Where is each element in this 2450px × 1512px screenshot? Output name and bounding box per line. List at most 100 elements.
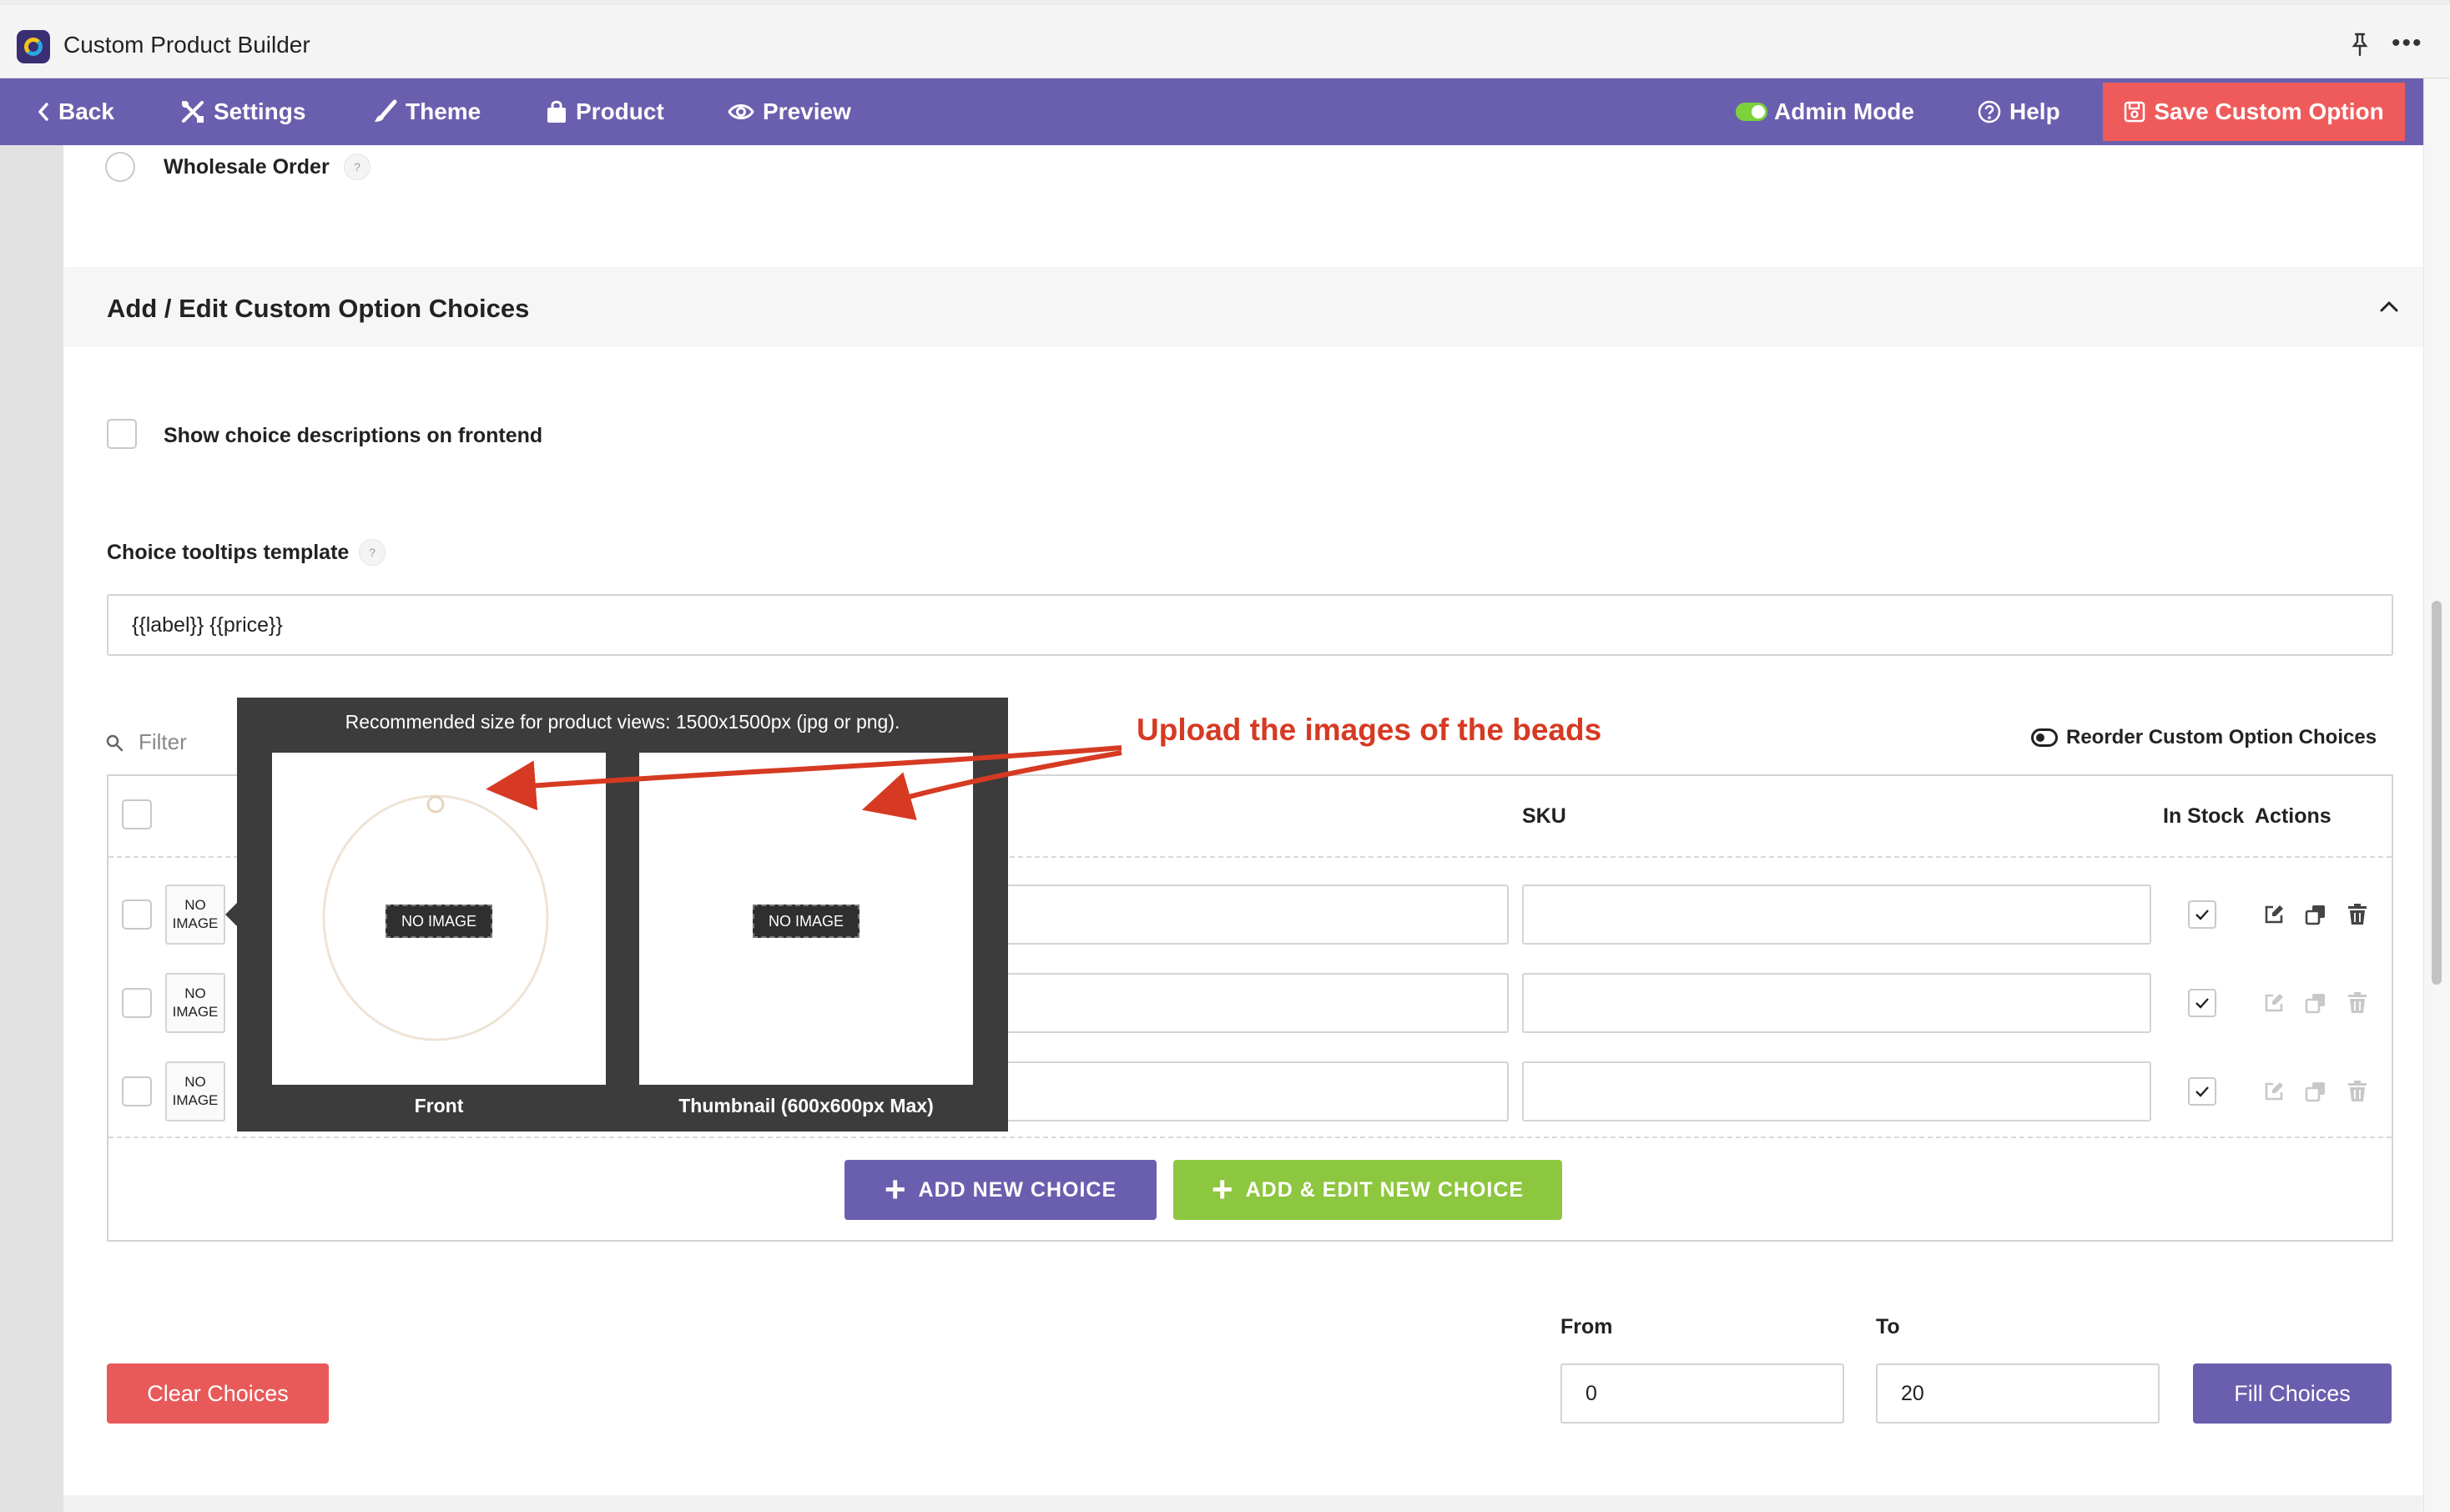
clear-choices-button[interactable]: Clear Choices bbox=[107, 1363, 329, 1424]
app-title: Custom Product Builder bbox=[63, 32, 310, 58]
next-section-edge bbox=[63, 1495, 2423, 1512]
back-button[interactable]: Back bbox=[37, 78, 114, 145]
eye-icon bbox=[728, 104, 754, 119]
from-value: 0 bbox=[1585, 1381, 1597, 1405]
to-value: 20 bbox=[1901, 1381, 1924, 1405]
tooltip-template-input[interactable]: {{label}} {{price}} bbox=[107, 594, 2393, 656]
more-options-icon[interactable]: ••• bbox=[2392, 31, 2423, 56]
chevron-up-icon[interactable] bbox=[2380, 300, 2398, 312]
preview-button[interactable]: Preview bbox=[728, 78, 851, 145]
theme-button[interactable]: Theme bbox=[372, 78, 481, 145]
from-label: From bbox=[1560, 1315, 1613, 1338]
filter-input[interactable]: Filter bbox=[105, 729, 187, 755]
admin-mode-toggle[interactable]: Admin Mode bbox=[1736, 78, 1914, 145]
paintbrush-icon bbox=[375, 99, 397, 122]
reorder-label: Reorder Custom Option Choices bbox=[2066, 726, 2377, 748]
duplicate-icon[interactable] bbox=[2305, 904, 2326, 925]
trash-icon[interactable] bbox=[2347, 1081, 2368, 1102]
front-caption: Front bbox=[414, 1095, 464, 1116]
wholesale-order-label: Wholesale Order bbox=[164, 155, 330, 179]
checkmark-icon bbox=[2195, 998, 2209, 1009]
in-stock-checkbox[interactable] bbox=[2188, 900, 2216, 929]
left-gutter bbox=[0, 145, 63, 1512]
wholesale-order-radio[interactable] bbox=[105, 152, 135, 182]
preview-label: Preview bbox=[763, 98, 851, 124]
in-stock-checkbox[interactable] bbox=[2188, 989, 2216, 1017]
shopping-bag-icon bbox=[547, 100, 566, 123]
thumbnail-image-dropzone[interactable]: NO IMAGE bbox=[639, 753, 973, 1085]
image-upload-popover: Recommended size for product views: 1500… bbox=[237, 698, 1008, 1131]
table-footer-divider bbox=[108, 1137, 2392, 1138]
choice-sku-input[interactable] bbox=[1522, 973, 2151, 1033]
actions-column-header: Actions bbox=[2255, 804, 2332, 828]
filter-placeholder: Filter bbox=[139, 729, 187, 754]
product-button[interactable]: Product bbox=[546, 78, 664, 145]
wholesale-help-icon[interactable]: ? bbox=[344, 154, 371, 180]
choice-sku-input[interactable] bbox=[1522, 1061, 2151, 1121]
no-image-tag: NO IMAGE bbox=[386, 905, 492, 938]
in-stock-checkbox[interactable] bbox=[2188, 1077, 2216, 1106]
thumbnail-caption: Thumbnail (600x600px Max) bbox=[678, 1095, 934, 1116]
fill-choices-button[interactable]: Fill Choices bbox=[2193, 1363, 2392, 1424]
popover-arrow bbox=[225, 903, 237, 926]
duplicate-icon[interactable] bbox=[2305, 1081, 2326, 1102]
settings-label: Settings bbox=[214, 98, 306, 124]
trash-icon[interactable] bbox=[2347, 904, 2368, 925]
section-title: Add / Edit Custom Option Choices bbox=[107, 294, 530, 323]
theme-label: Theme bbox=[406, 98, 481, 124]
add-new-choice-button[interactable]: + ADD NEW CHOICE bbox=[844, 1160, 1157, 1220]
choice-image-button[interactable]: NO IMAGE bbox=[165, 885, 225, 945]
sku-column-header: SKU bbox=[1522, 804, 1566, 828]
question-circle-icon bbox=[1978, 100, 2001, 123]
choice-image-button[interactable]: NO IMAGE bbox=[165, 1061, 225, 1121]
edit-icon[interactable] bbox=[2263, 904, 2285, 925]
save-custom-option-button[interactable]: Save Custom Option bbox=[2103, 83, 2405, 141]
add-edit-new-choice-label: ADD & EDIT NEW CHOICE bbox=[1245, 1177, 1525, 1202]
edit-icon[interactable] bbox=[2263, 1081, 2285, 1102]
settings-button[interactable]: Settings bbox=[180, 78, 305, 145]
edit-icon[interactable] bbox=[2263, 992, 2285, 1014]
select-all-checkbox[interactable] bbox=[122, 799, 152, 829]
admin-mode-label: Admin Mode bbox=[1774, 98, 1914, 124]
annotation-text: Upload the images of the beads bbox=[1137, 713, 1602, 747]
to-input[interactable]: 20 bbox=[1876, 1363, 2160, 1424]
choice-sku-input[interactable] bbox=[1522, 885, 2151, 945]
row-select-checkbox[interactable] bbox=[122, 1076, 152, 1106]
in-stock-column-header: In Stock bbox=[2163, 804, 2245, 828]
tools-icon bbox=[182, 101, 204, 123]
tooltip-template-label: Choice tooltips template bbox=[107, 541, 350, 564]
row-select-checkbox[interactable] bbox=[122, 900, 152, 930]
help-label: Help bbox=[2009, 98, 2060, 124]
choices-section-header[interactable]: Add / Edit Custom Option Choices bbox=[63, 267, 2423, 347]
scrollbar-thumb[interactable] bbox=[2432, 601, 2442, 985]
front-image-dropzone[interactable]: NO IMAGE bbox=[272, 753, 606, 1085]
tooltip-help-icon[interactable]: ? bbox=[359, 539, 386, 566]
main-toolbar: Back Settings Theme Product Preview Admi… bbox=[0, 78, 2423, 145]
popover-title: Recommended size for product views: 1500… bbox=[345, 711, 900, 733]
no-image-tag: NO IMAGE bbox=[753, 905, 860, 938]
help-button[interactable]: Help bbox=[1978, 78, 2060, 145]
choice-image-button[interactable]: NO IMAGE bbox=[165, 973, 225, 1033]
tooltip-template-value: {{label}} {{price}} bbox=[132, 612, 283, 637]
plus-icon: + bbox=[884, 1169, 907, 1210]
checkmark-icon bbox=[2195, 910, 2209, 920]
trash-icon[interactable] bbox=[2347, 992, 2368, 1014]
add-edit-new-choice-button[interactable]: + ADD & EDIT NEW CHOICE bbox=[1173, 1160, 1562, 1220]
checkmark-icon bbox=[2195, 1086, 2209, 1097]
choice-price-input[interactable] bbox=[1001, 1061, 1509, 1121]
title-bar: Custom Product Builder ••• bbox=[0, 0, 2450, 78]
choice-price-input[interactable] bbox=[1001, 973, 1509, 1033]
search-icon bbox=[106, 734, 124, 751]
from-input[interactable]: 0 bbox=[1560, 1363, 1844, 1424]
to-label: To bbox=[1876, 1315, 1900, 1338]
duplicate-icon[interactable] bbox=[2305, 992, 2326, 1014]
row-select-checkbox[interactable] bbox=[122, 988, 152, 1018]
toggle-off-icon bbox=[2031, 728, 2058, 747]
app-logo-icon bbox=[17, 30, 50, 63]
reorder-choices-toggle[interactable]: Reorder Custom Option Choices bbox=[2031, 726, 2377, 749]
show-descriptions-checkbox[interactable] bbox=[107, 419, 137, 449]
plus-icon: + bbox=[1211, 1169, 1234, 1210]
pin-icon[interactable] bbox=[2350, 32, 2370, 57]
toggle-on-icon bbox=[1736, 103, 1767, 121]
choice-price-input[interactable] bbox=[1001, 885, 1509, 945]
